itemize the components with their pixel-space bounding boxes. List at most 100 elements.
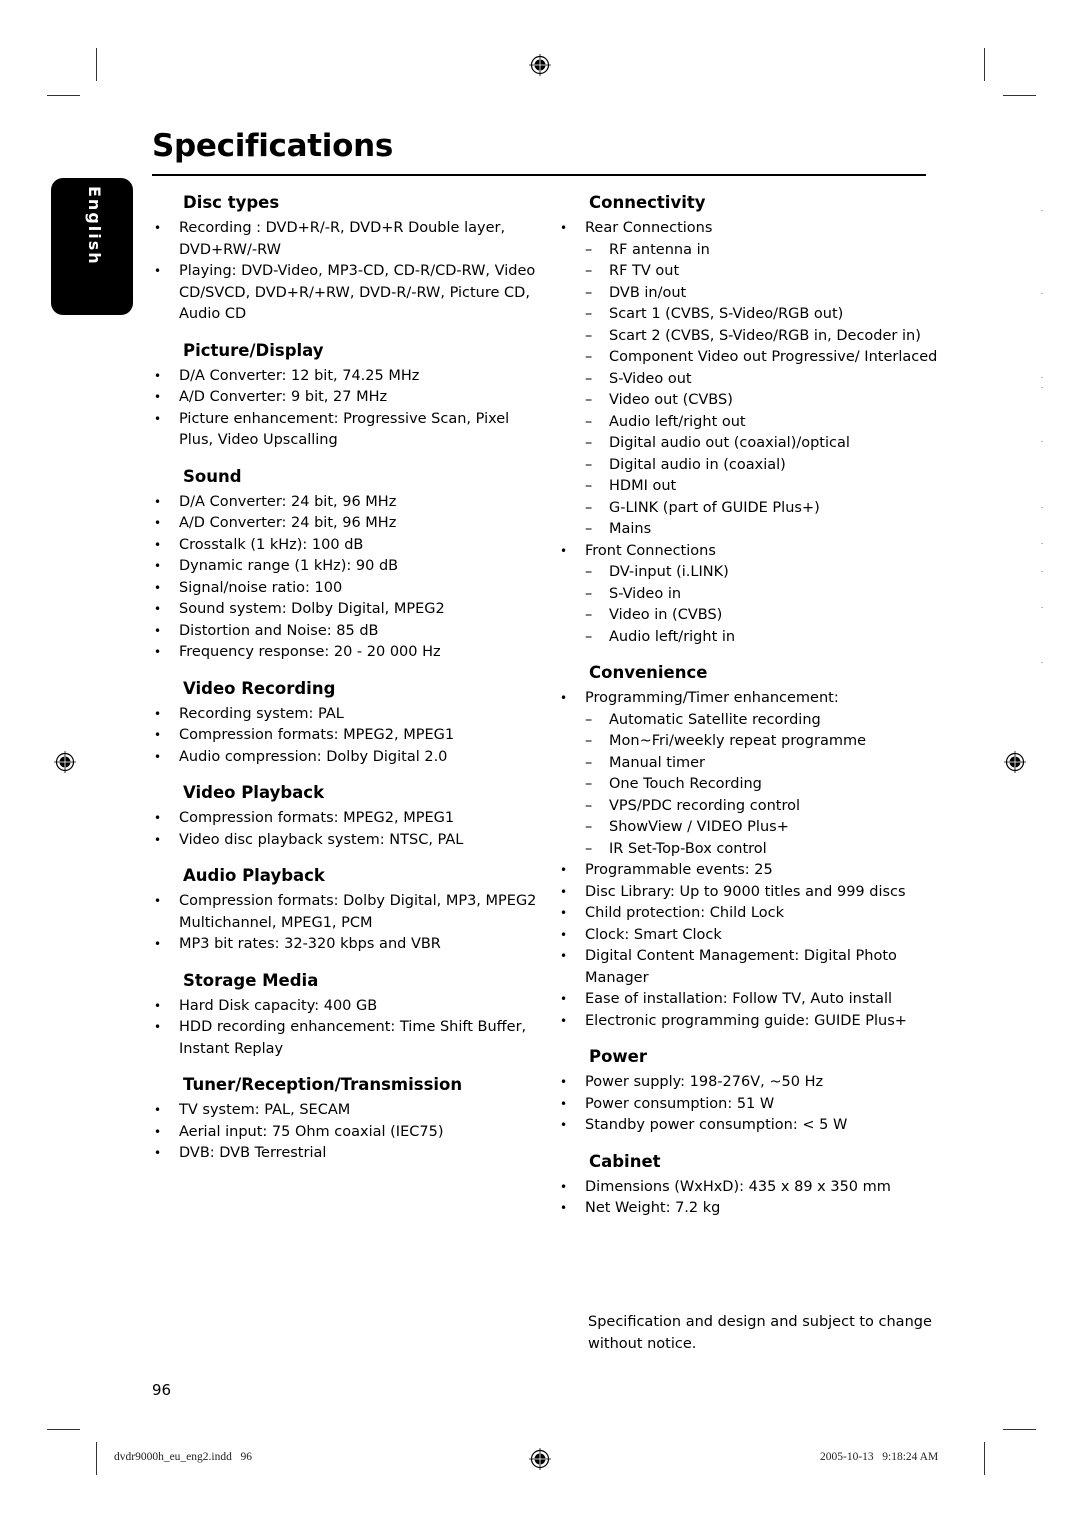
spec-item-text: A/D Converter: 24 bit, 96 MHz [179,515,397,531]
dash-icon: – [585,392,593,408]
spec-subitem-text: Digital audio out (coaxial)/optical [609,435,850,451]
spec-item: • Programming/Timer enhancement: – Automati… [558,688,938,860]
spec-item-text: MP3 bit rates: 32-320 kbps and VBR [179,936,441,952]
bullet-icon: • [154,998,162,1013]
spec-subitem-text: Manual timer [609,754,706,771]
spec-list: • Recording system: PAL • Compression forma… [152,704,537,769]
spec-subitem: – Component Video out Progressive/ Interl… [585,347,938,369]
spec-item: • Compression formats: MPEG2, MPEG1 [152,725,537,747]
bullet-icon: • [560,1013,568,1028]
spec-item-text: Net Weight: 7.2 kg [585,1200,721,1216]
crop-mark [96,1442,97,1475]
spec-item-text: Hard Disk capacity: 400 GB [179,997,378,1014]
bullet-icon: • [560,691,568,705]
spec-item: • Clock: Smart Clock [558,925,938,947]
spec-item-text: Dimensions (WxHxD): 435 x 89 x 350 mm [585,1178,891,1195]
spec-item-text: Crosstalk (1 kHz): 100 dB [179,536,364,553]
spec-list: • Compression formats: Dolby Digital, MP3… [152,891,537,956]
bullet-icon: • [154,811,162,825]
bullet-icon: • [154,264,162,278]
section-heading: Video Playback [183,783,325,802]
spec-section-power: Power • Power supply: 198-276V, ~50 Hz • Pow… [558,1044,938,1137]
registration-mark-icon [1004,751,1026,773]
spec-subitem-text: DV-input (i.LINK) [609,564,729,580]
spec-item: • Compression formats: MPEG2, MPEG1 [152,808,537,830]
spec-subitem: – HDMI out [585,476,938,498]
dash-icon: – [585,628,593,645]
spec-subitem-text: Video out (CVBS) [609,392,733,408]
bullet-icon: • [560,949,568,963]
spec-subitem-text: Video in (CVBS) [609,607,723,623]
disclaimer-note: Specification and design and subject to … [588,1314,932,1352]
title-divider [152,174,926,176]
spec-item-text: D/A Converter: 12 bit, 74.25 MHz [179,367,420,384]
spec-subitem: – Digital audio out (coaxial)/optical [585,433,938,455]
spec-item-text: Electronic programming guide: GUIDE Plus… [585,1012,907,1029]
bullet-icon: • [560,1118,568,1132]
spec-subitem: – Digital audio in (coaxial) [585,455,938,477]
spec-subitem-text: S-Video in [609,585,682,602]
dash-icon: – [585,478,593,494]
spec-subitem-text: G-LINK (part of GUIDE Plus+) [609,499,820,516]
registration-mark-icon [529,1448,551,1470]
dash-icon: – [585,521,593,537]
spec-section-tuner-reception-transmission: Tuner/Reception/Transmission • TV system: … [152,1072,537,1165]
bullet-icon: • [154,368,162,383]
bullet-icon: • [154,623,162,638]
spec-item-text: DVB: DVB Terrestrial [179,1145,327,1161]
spec-item: • Front Connections – DV-input (i.LINK) – S-V… [558,541,938,649]
bullet-icon: • [154,516,162,530]
spec-item: • DVB: DVB Terrestrial [152,1143,537,1165]
crop-mark [984,48,985,81]
spec-subitem: – Video in (CVBS) [585,605,938,627]
spec-sublist: – RF antenna in – RF TV out – DVB in/out – Scar… [585,240,938,541]
spec-item: • Power supply: 198-276V, ~50 Hz [558,1072,938,1094]
bullet-icon: • [154,580,162,595]
section-heading: Convenience [589,663,708,682]
spec-item-text: Recording : DVD+R/-R, DVD+R Double layer… [179,220,506,258]
spec-sublist: – DV-input (i.LINK) – S-Video in – Video in (… [585,562,938,648]
spec-subitem-text: Automatic Satellite recording [609,711,821,728]
bullet-icon: • [154,937,162,951]
dash-icon: – [585,585,593,602]
dash-icon: – [585,413,593,430]
spec-subitem: – RF TV out [585,261,938,283]
spec-subitem: – DVB in/out [585,283,938,305]
spec-item-text: Clock: Smart Clock [585,926,722,943]
spec-item-text: Power supply: 198-276V, ~50 Hz [585,1074,824,1090]
spec-item-text: Signal/noise ratio: 100 [179,579,343,596]
spec-section-cabinet: Cabinet • Dimensions (WxHxD): 435 x 89 x 3… [558,1149,938,1220]
dash-icon: – [585,607,593,623]
spec-item-text: Compression formats: MPEG2, MPEG1 [179,727,455,743]
spec-item: • Disc Library: Up to 9000 titles and 999… [558,882,938,904]
registration-mark-icon [54,751,76,773]
spec-item: • A/D Converter: 24 bit, 96 MHz [152,513,537,535]
spec-item-text: Dynamic range (1 kHz): 90 dB [179,558,399,574]
spec-item-text: Video disc playback system: NTSC, PAL [179,831,464,848]
spec-subitem-text: One Touch Recording [609,776,762,792]
bullet-icon: • [560,1075,568,1089]
spec-subitem: – One Touch Recording [585,774,938,796]
spec-item-text: Frequency response: 20 - 20 000 Hz [179,644,441,660]
spec-item-text: Digital Content Management: Digital Phot… [585,948,897,986]
spec-section-sound: Sound • D/A Converter: 24 bit, 96 MHz • A/D … [152,464,537,664]
spec-list: • Recording : DVD+R/-R, DVD+R Double laye… [152,218,537,326]
spec-item: • Crosstalk (1 kHz): 100 dB [152,535,537,557]
spec-item: • Sound system: Dolby Digital, MPEG2 [152,599,537,621]
spec-subitem: – ShowView / VIDEO Plus+ [585,817,938,839]
bullet-icon: • [154,411,162,426]
bullet-icon: • [560,863,568,877]
bullet-icon: • [154,390,162,404]
dash-icon: – [585,370,593,387]
spec-item: • Child protection: Child Lock [558,903,938,925]
bullet-icon: • [154,537,162,552]
bullet-icon: • [560,992,568,1006]
edge-mark [1041,387,1043,388]
spec-subitem: – DV-input (i.LINK) [585,562,938,584]
edge-mark [1041,441,1043,442]
section-heading: Connectivity [589,193,706,212]
spec-list: • TV system: PAL, SECAM • Aerial input: 75 … [152,1100,537,1165]
language-tab-label: English [85,186,104,266]
spec-item: • Rear Connections – RF antenna in – RF TV ou… [558,218,938,541]
bullet-icon: • [154,706,162,721]
